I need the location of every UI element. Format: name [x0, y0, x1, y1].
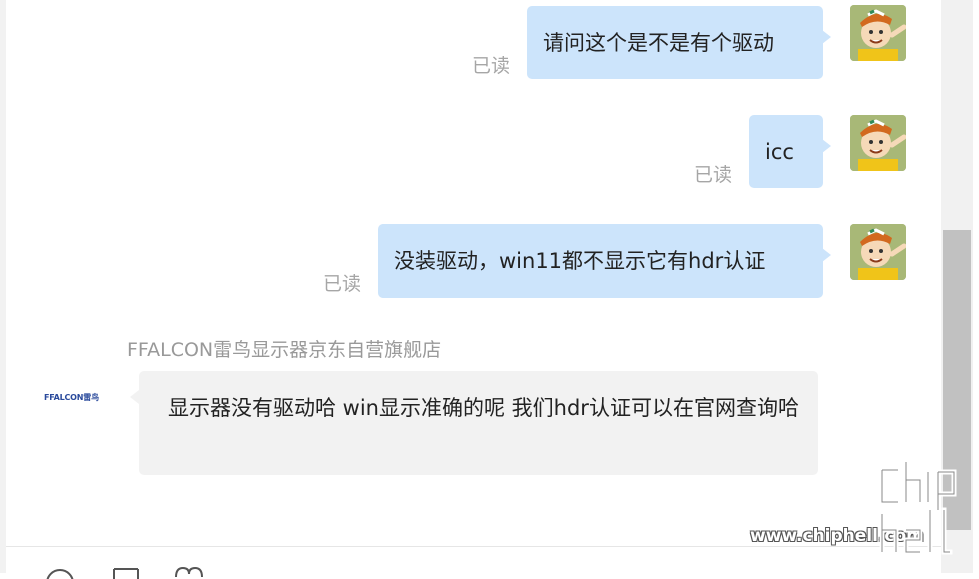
message-bubble-incoming[interactable]: 显示器没有驱动哈 win显示准确的呢 我们hdr认证可以在官网查询哈	[130, 371, 818, 475]
user-avatar[interactable]	[850, 115, 906, 171]
message-text: icc	[765, 140, 794, 164]
sender-name: FFALCON雷鸟显示器京东自营旗舰店	[127, 339, 442, 361]
store-logo-text: FFALCON雷鸟	[44, 393, 99, 402]
message-text: 请问这个是不是有个驱动	[543, 31, 774, 55]
user-avatar[interactable]	[850, 224, 906, 280]
user-avatar-icon	[850, 115, 906, 171]
chiphell-logo	[879, 459, 957, 555]
message-bubble-outgoing[interactable]: icc	[749, 115, 831, 188]
user-avatar-icon	[850, 224, 906, 280]
user-avatar-icon	[850, 5, 906, 61]
read-status: 已读	[323, 273, 362, 295]
right-edge	[973, 0, 979, 573]
read-status: 已读	[472, 55, 511, 77]
read-status: 已读	[694, 164, 733, 186]
message-bubble-outgoing[interactable]: 没装驱动，win11都不显示它有hdr认证	[378, 224, 831, 298]
heart-icon[interactable]	[172, 567, 206, 579]
image-icon[interactable]	[110, 567, 142, 579]
message-bubble-outgoing[interactable]: 请问这个是不是有个驱动	[527, 6, 831, 79]
message-text: 没装驱动，win11都不显示它有hdr认证	[394, 249, 766, 273]
store-avatar[interactable]: FFALCON雷鸟	[44, 392, 100, 404]
input-toolbar	[6, 547, 941, 579]
emoji-icon[interactable]	[44, 567, 76, 579]
user-avatar[interactable]	[850, 5, 906, 61]
message-text: 显示器没有驱动哈 win显示准确的呢 我们hdr认证可以在官网查询哈	[168, 396, 799, 420]
